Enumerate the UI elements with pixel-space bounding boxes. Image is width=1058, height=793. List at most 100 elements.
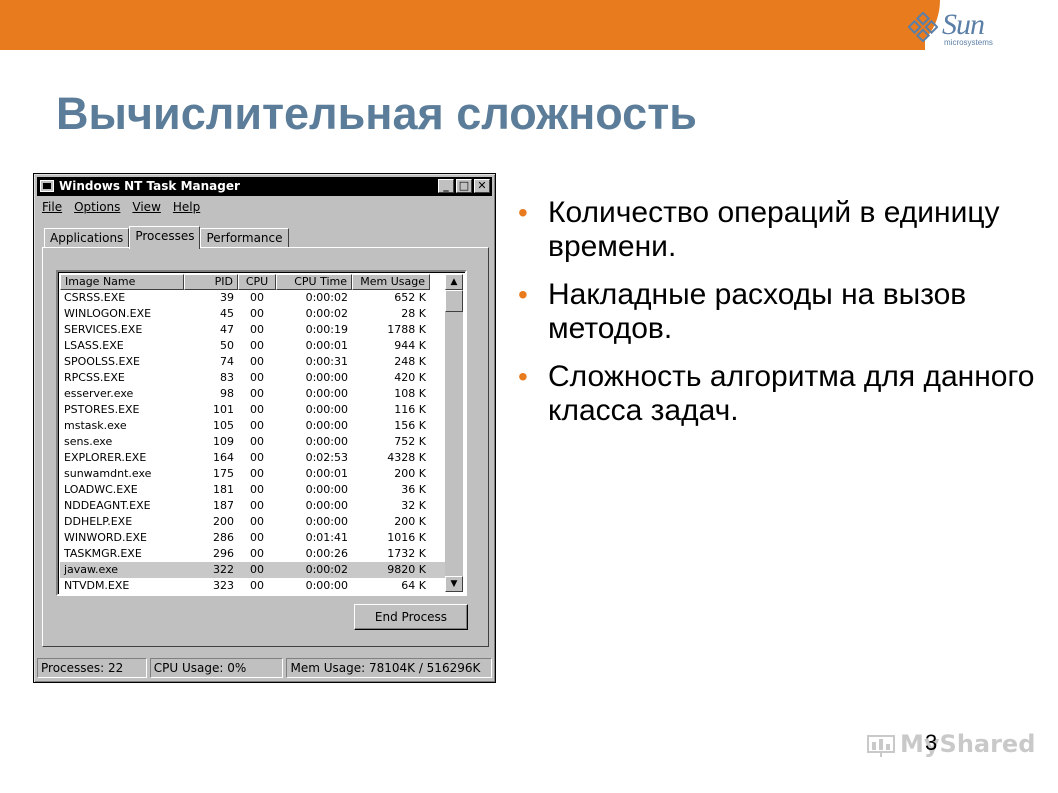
tab-processes[interactable]: Processes xyxy=(129,226,201,249)
menu-view[interactable]: View xyxy=(132,200,160,218)
cell-pid: 164 xyxy=(213,451,234,464)
cell-pid: 286 xyxy=(213,531,234,544)
cell-image-name: DDHELP.EXE xyxy=(64,515,133,528)
process-row[interactable]: CSRSS.EXE 39 00 0:00:02 652 K xyxy=(60,290,449,306)
cell-pid: 98 xyxy=(220,387,234,400)
myshared-watermark: MyShared xyxy=(866,730,1035,762)
scroll-up-icon[interactable]: ▲ xyxy=(445,274,463,290)
window-title: Windows NT Task Manager xyxy=(59,179,240,193)
cell-pid: 187 xyxy=(213,499,234,512)
cell-cpu-time: 0:00:02 xyxy=(305,307,348,320)
cell-cpu-time: 0:00:00 xyxy=(305,499,348,512)
cell-mem-usage: 248 K xyxy=(394,355,426,368)
cell-cpu-time: 0:00:00 xyxy=(305,435,348,448)
cell-mem-usage: 36 K xyxy=(401,483,426,496)
cell-cpu-time: 0:00:02 xyxy=(305,563,348,576)
cell-pid: 47 xyxy=(220,323,234,336)
cell-image-name: SPOOLSS.EXE xyxy=(64,355,140,368)
cell-mem-usage: 4328 K xyxy=(387,451,426,464)
process-row[interactable]: LSASS.EXE 50 00 0:00:01 944 K xyxy=(60,338,449,354)
process-row[interactable]: SERVICES.EXE 47 00 0:00:19 1788 K xyxy=(60,322,449,338)
cell-mem-usage: 200 K xyxy=(394,467,426,480)
process-row[interactable]: LOADWC.EXE 181 00 0:00:00 36 K xyxy=(60,482,449,498)
scroll-down-icon[interactable]: ▼ xyxy=(445,576,463,592)
process-row[interactable]: javaw.exe 322 00 0:00:02 9820 K xyxy=(60,562,449,578)
column-mem-usage[interactable]: Mem Usage xyxy=(352,274,430,290)
cell-image-name: NDDEAGNT.EXE xyxy=(64,499,151,512)
process-row[interactable]: NTVDM.EXE 323 00 0:00:00 64 K xyxy=(60,578,449,594)
process-row[interactable]: EXPLORER.EXE 164 00 0:02:53 4328 K xyxy=(60,450,449,466)
cell-mem-usage: 156 K xyxy=(394,419,426,432)
status-mem-usage: Mem Usage: 78104K / 516296K xyxy=(286,658,492,678)
task-manager-app-icon xyxy=(40,180,54,192)
maximize-icon[interactable]: □ xyxy=(456,179,472,193)
column-cpu[interactable]: CPU xyxy=(238,274,276,290)
cell-cpu: 00 xyxy=(250,307,264,320)
cell-cpu: 00 xyxy=(250,339,264,352)
process-row[interactable]: WINLOGON.EXE 45 00 0:00:02 28 K xyxy=(60,306,449,322)
cell-pid: 322 xyxy=(213,563,234,576)
cell-pid: 200 xyxy=(213,515,234,528)
cell-image-name: sens.exe xyxy=(64,435,113,448)
scroll-track[interactable] xyxy=(445,312,463,576)
process-rows: CSRSS.EXE 39 00 0:00:02 652 K WINLOGON.EXE 45 0… xyxy=(60,290,449,594)
cell-cpu-time: 0:00:00 xyxy=(305,515,348,528)
process-list[interactable]: Image Name PID CPU CPU Time Mem Usage CS… xyxy=(56,270,467,596)
cell-image-name: RPCSS.EXE xyxy=(64,371,125,384)
process-row[interactable]: RPCSS.EXE 83 00 0:00:00 420 K xyxy=(60,370,449,386)
cell-cpu-time: 0:00:02 xyxy=(305,291,348,304)
menu-options[interactable]: Options xyxy=(74,200,120,218)
cell-cpu: 00 xyxy=(250,499,264,512)
menu-help[interactable]: Help xyxy=(173,200,200,218)
bullet-item: • Сложность алгоритма для данного класса … xyxy=(516,360,1036,428)
cell-mem-usage: 1016 K xyxy=(387,531,426,544)
tab-applications[interactable]: Applications xyxy=(44,228,130,248)
window-titlebar[interactable]: Windows NT Task Manager _ □ ✕ xyxy=(37,177,492,196)
column-cpu-time[interactable]: CPU Time xyxy=(276,274,352,290)
sun-diamond-icon xyxy=(908,12,938,42)
cell-cpu-time: 0:00:00 xyxy=(305,483,348,496)
tab-performance[interactable]: Performance xyxy=(200,228,289,248)
sun-logo: Sun microsystems xyxy=(908,8,1028,48)
scroll-thumb[interactable] xyxy=(445,290,463,312)
cell-image-name: sunwamdnt.exe xyxy=(64,467,152,480)
bullet-dot-icon: • xyxy=(518,279,528,310)
process-row[interactable]: SPOOLSS.EXE 74 00 0:00:31 248 K xyxy=(60,354,449,370)
cell-mem-usage: 116 K xyxy=(394,403,426,416)
cell-mem-usage: 200 K xyxy=(394,515,426,528)
cell-cpu: 00 xyxy=(250,579,264,592)
bullet-dot-icon: • xyxy=(518,361,528,392)
end-process-button[interactable]: End Process xyxy=(354,604,468,630)
process-row[interactable]: esserver.exe 98 00 0:00:00 108 K xyxy=(60,386,449,402)
cell-pid: 323 xyxy=(213,579,234,592)
cell-image-name: mstask.exe xyxy=(64,419,127,432)
status-bar: Processes: 22 CPU Usage: 0% Mem Usage: 7… xyxy=(37,658,492,678)
bullet-dot-icon: • xyxy=(518,197,528,228)
task-manager-window: Windows NT Task Manager _ □ ✕ File Optio… xyxy=(33,173,496,683)
process-list-scrollbar[interactable]: ▲ ▼ xyxy=(445,274,463,592)
process-row[interactable]: WINWORD.EXE 286 00 0:01:41 1016 K xyxy=(60,530,449,546)
column-pid[interactable]: PID xyxy=(184,274,238,290)
close-icon[interactable]: ✕ xyxy=(474,179,490,193)
process-row[interactable]: PSTORES.EXE 101 00 0:00:00 116 K xyxy=(60,402,449,418)
header-band xyxy=(0,0,1058,50)
cell-cpu: 00 xyxy=(250,451,264,464)
process-row[interactable]: NDDEAGNT.EXE 187 00 0:00:00 32 K xyxy=(60,498,449,514)
bullet-item: • Накладные расходы на вызов методов. xyxy=(516,278,1036,346)
process-row[interactable]: mstask.exe 105 00 0:00:00 156 K xyxy=(60,418,449,434)
column-image-name[interactable]: Image Name xyxy=(60,274,184,290)
cell-mem-usage: 944 K xyxy=(394,339,426,352)
cell-image-name: WINLOGON.EXE xyxy=(64,307,152,320)
cell-pid: 296 xyxy=(213,547,234,560)
minimize-icon[interactable]: _ xyxy=(438,179,454,193)
cell-cpu: 00 xyxy=(250,387,264,400)
cell-pid: 181 xyxy=(213,483,234,496)
process-row[interactable]: sunwamdnt.exe 175 00 0:00:01 200 K xyxy=(60,466,449,482)
process-row[interactable]: sens.exe 109 00 0:00:00 752 K xyxy=(60,434,449,450)
cell-cpu: 00 xyxy=(250,371,264,384)
menu-file[interactable]: File xyxy=(42,200,62,218)
cell-pid: 39 xyxy=(220,291,234,304)
process-row[interactable]: TASKMGR.EXE 296 00 0:00:26 1732 K xyxy=(60,546,449,562)
cell-image-name: CSRSS.EXE xyxy=(64,291,126,304)
process-row[interactable]: DDHELP.EXE 200 00 0:00:00 200 K xyxy=(60,514,449,530)
